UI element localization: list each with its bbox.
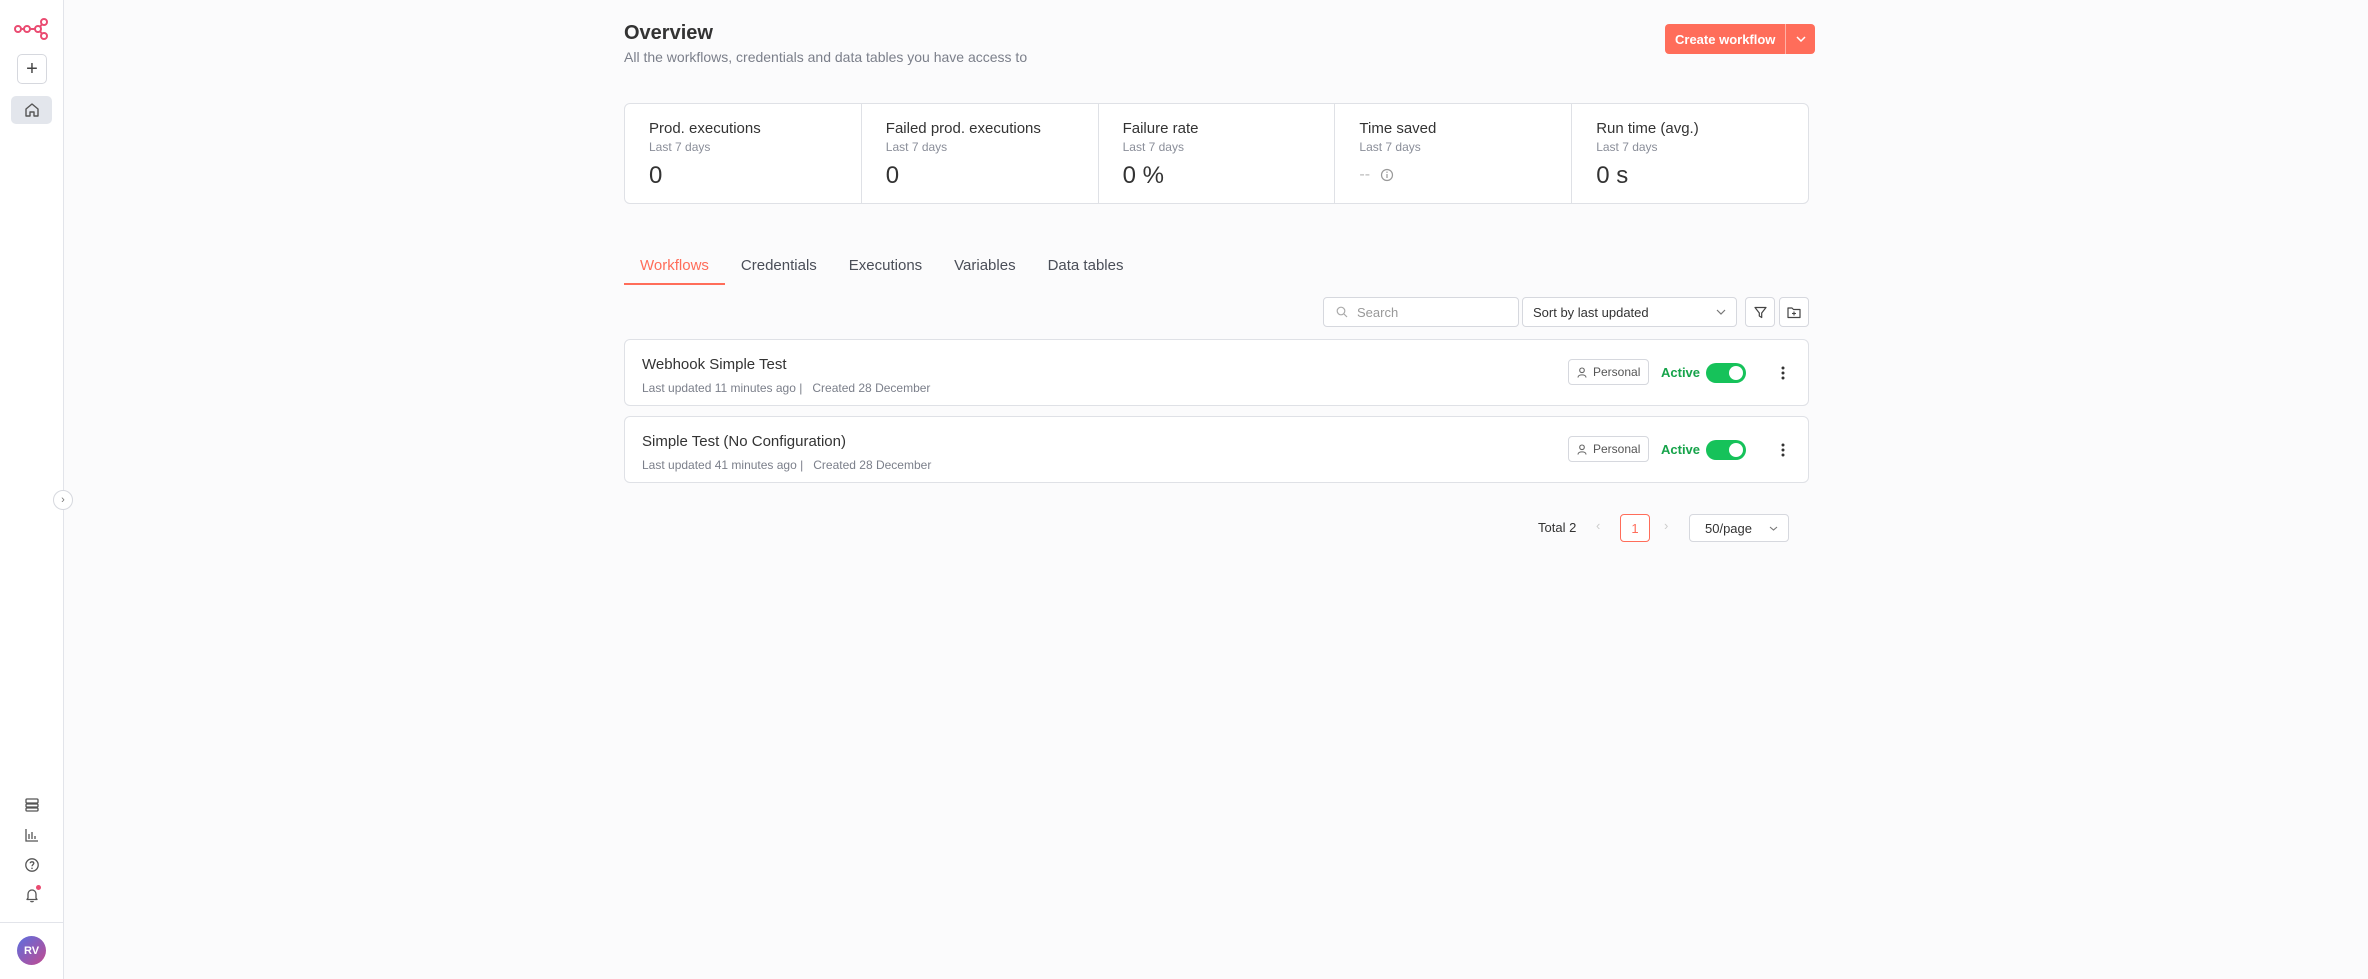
workflow-updated: Last updated 41 minutes ago — [642, 458, 797, 472]
stat-period: Last 7 days — [885, 140, 948, 154]
toggle-knob — [1729, 443, 1743, 457]
stat-run-time[interactable]: Run time (avg.) Last 7 days 0 s — [1572, 104, 1808, 203]
filter-button[interactable] — [1745, 297, 1775, 327]
workflow-created: Created 28 December — [812, 381, 931, 395]
workflow-updated: Last updated 11 minutes ago — [642, 381, 796, 395]
stat-label: Time saved — [1359, 120, 1437, 137]
avatar[interactable]: RV — [17, 936, 46, 965]
workflow-name[interactable]: Simple Test (No Configuration) — [642, 433, 846, 450]
chevron-right-icon: › — [61, 494, 65, 506]
chevron-right-icon[interactable]: › — [1664, 518, 1668, 533]
stat-period: Last 7 days — [1359, 140, 1421, 154]
workflow-name[interactable]: Webhook Simple Test — [642, 356, 787, 373]
tab-workflows[interactable]: Workflows — [624, 257, 725, 285]
workflow-card[interactable]: Webhook Simple Test Last updated 11 minu… — [624, 339, 1809, 406]
chevron-down-icon — [1769, 526, 1778, 531]
workflow-card[interactable]: Simple Test (No Configuration) Last upda… — [624, 416, 1809, 483]
page-title: Overview — [624, 22, 713, 44]
stat-failure-rate[interactable]: Failure rate Last 7 days 0 % — [1099, 104, 1336, 203]
more-options-button[interactable] — [1773, 439, 1793, 461]
bell-icon[interactable] — [21, 884, 43, 906]
kebab-icon — [1781, 443, 1785, 457]
stat-period: Last 7 days — [1596, 140, 1658, 154]
create-workflow-button[interactable]: Create workflow — [1665, 24, 1786, 54]
more-options-button[interactable] — [1773, 362, 1793, 384]
tabs: Workflows Credentials Executions Variabl… — [624, 257, 1139, 285]
workflow-created: Created 28 December — [813, 458, 932, 472]
folder-plus-icon — [1787, 306, 1801, 318]
logo-icon[interactable] — [14, 18, 48, 40]
stat-value: 0 — [885, 162, 900, 189]
search-placeholder: Search — [1357, 304, 1399, 320]
home-icon — [24, 103, 39, 117]
chevron-down-icon — [1796, 36, 1806, 42]
tab-variables[interactable]: Variables — [938, 257, 1031, 285]
stat-time-saved[interactable]: Time saved Last 7 days -- — [1335, 104, 1573, 203]
project-label: Personal — [1593, 365, 1641, 379]
plus-icon: + — [26, 58, 38, 80]
stats-panel: Prod. executions Last 7 days 0 Failed pr… — [624, 103, 1809, 204]
sort-select[interactable]: Sort by last updated — [1522, 297, 1737, 327]
stat-period: Last 7 days — [1122, 140, 1184, 154]
project-label: Personal — [1593, 442, 1641, 456]
tab-executions[interactable]: Executions — [833, 257, 938, 285]
stat-value: 0 — [649, 162, 663, 189]
notification-dot — [36, 885, 41, 890]
stat-prod-executions[interactable]: Prod. executions Last 7 days 0 — [625, 104, 862, 203]
stat-label: Run time (avg.) — [1596, 120, 1699, 137]
stat-period: Last 7 days — [649, 140, 711, 154]
tab-data-tables[interactable]: Data tables — [1032, 257, 1140, 285]
stat-label: Failed prod. executions — [885, 120, 1041, 137]
chevron-down-icon — [1716, 309, 1726, 315]
sort-value: Sort by last updated — [1533, 304, 1649, 320]
filter-icon — [1753, 306, 1767, 318]
toggle-knob — [1729, 366, 1743, 380]
page-size-select[interactable]: 50/page — [1689, 514, 1789, 542]
page-subtitle: All the workflows, credentials and data … — [624, 49, 1028, 65]
stat-value: -- — [1359, 166, 1371, 183]
stat-value: 0 % — [1122, 162, 1164, 189]
status-label: Active — [1661, 442, 1701, 457]
sidebar-divider — [0, 922, 63, 923]
stat-value: 0 s — [1596, 162, 1629, 189]
user-icon — [1577, 366, 1587, 378]
meta-separator: | — [799, 381, 813, 395]
new-folder-button[interactable] — [1779, 297, 1809, 327]
user-icon — [1577, 443, 1587, 455]
active-toggle[interactable] — [1706, 440, 1746, 460]
add-button[interactable]: + — [17, 54, 47, 84]
stat-label: Prod. executions — [649, 120, 761, 137]
sidebar: + RV — [0, 0, 64, 979]
pagination-total: Total 2 — [1538, 520, 1577, 535]
stat-label: Failure rate — [1122, 120, 1199, 137]
kebab-icon — [1781, 366, 1785, 380]
search-input[interactable]: Search — [1323, 297, 1519, 327]
create-workflow-group: Create workflow — [1665, 24, 1816, 54]
templates-icon[interactable] — [21, 794, 43, 816]
workflow-meta: Last updated 11 minutes ago | Created 28… — [642, 381, 930, 395]
info-icon[interactable] — [1380, 168, 1394, 182]
chevron-left-icon[interactable]: ‹ — [1596, 518, 1600, 533]
insights-icon[interactable] — [21, 824, 43, 846]
help-icon[interactable] — [21, 854, 43, 876]
page-size-value: 50/page — [1705, 520, 1752, 536]
create-workflow-dropdown[interactable] — [1785, 24, 1816, 54]
stat-failed-executions[interactable]: Failed prod. executions Last 7 days 0 — [862, 104, 1099, 203]
active-toggle[interactable] — [1706, 363, 1746, 383]
project-badge[interactable]: Personal — [1568, 359, 1650, 385]
search-icon — [1336, 306, 1348, 318]
meta-separator: | — [800, 458, 814, 472]
sidebar-item-home[interactable] — [11, 96, 52, 124]
collapse-sidebar-button[interactable]: › — [53, 490, 73, 510]
workflow-meta: Last updated 41 minutes ago | Created 28… — [642, 458, 931, 472]
tab-credentials[interactable]: Credentials — [725, 257, 833, 285]
status-label: Active — [1661, 365, 1701, 380]
project-badge[interactable]: Personal — [1568, 436, 1650, 462]
page-number-button[interactable]: 1 — [1620, 514, 1650, 542]
